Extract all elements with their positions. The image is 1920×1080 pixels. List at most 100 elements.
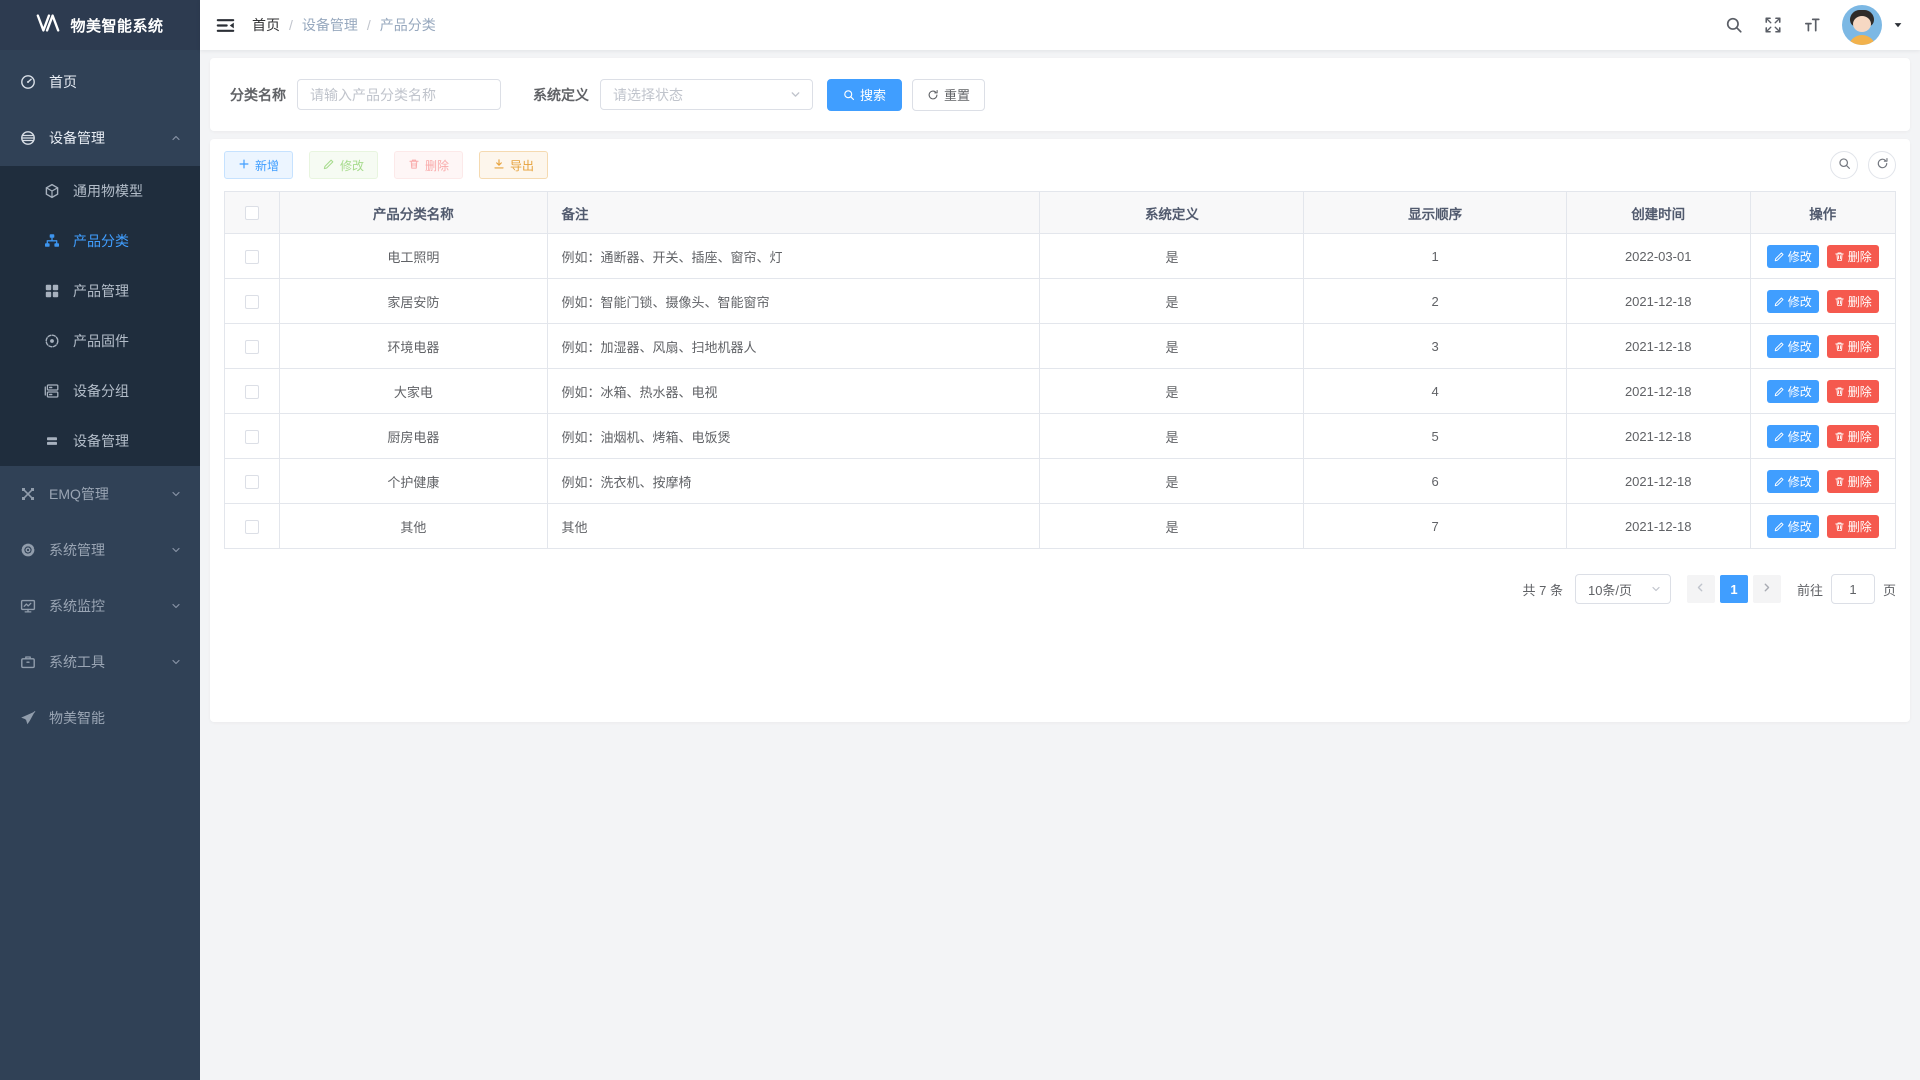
- user-menu[interactable]: [1842, 5, 1904, 45]
- sidebar-item-product-firmware[interactable]: 产品固件: [0, 316, 200, 366]
- row-checkbox[interactable]: [245, 295, 259, 309]
- breadcrumb-home[interactable]: 首页: [252, 15, 280, 35]
- font-size-icon[interactable]: [1803, 16, 1821, 34]
- table-row: 厨房电器 例如：油烟机、烤箱、电饭煲 是 5 2021-12-18 修改: [225, 414, 1896, 459]
- bars-icon: [44, 433, 60, 449]
- sidebar-item-thing-model[interactable]: 通用物模型: [0, 166, 200, 216]
- nodes-icon: [20, 486, 36, 502]
- row-checkbox[interactable]: [245, 385, 259, 399]
- sidebar-item-label: 设备分组: [73, 381, 182, 401]
- jump-suffix: 页: [1883, 580, 1896, 599]
- category-name-input[interactable]: [297, 79, 501, 110]
- search-icon: [1838, 157, 1851, 173]
- sidebar-item-wumei-smart[interactable]: 物美智能: [0, 690, 200, 746]
- header-search-icon[interactable]: [1725, 16, 1743, 34]
- sidebar-item-system-tools[interactable]: 系统工具: [0, 634, 200, 690]
- select-placeholder: 请选择状态: [613, 85, 683, 105]
- chevron-down-icon: [170, 656, 182, 668]
- paper-plane-icon: [20, 710, 36, 726]
- app-logo[interactable]: 物美智能系统: [0, 0, 200, 50]
- cell-remark: 例如：加湿器、风扇、扫地机器人: [547, 324, 1040, 369]
- row-checkbox[interactable]: [245, 520, 259, 534]
- sidebar-item-home[interactable]: 首页: [0, 54, 200, 110]
- next-page-button[interactable]: [1753, 575, 1781, 603]
- sitemap-icon: [44, 233, 60, 249]
- row-delete-button[interactable]: 删除: [1827, 245, 1879, 268]
- row-delete-button[interactable]: 删除: [1827, 380, 1879, 403]
- avatar[interactable]: [1842, 5, 1882, 45]
- row-edit-button[interactable]: 修改: [1767, 290, 1819, 313]
- sidebar-item-product-category[interactable]: 产品分类: [0, 216, 200, 266]
- sidebar-item-system-management[interactable]: 系统管理: [0, 522, 200, 578]
- cell-system-defined: 是: [1040, 414, 1304, 459]
- row-delete-button[interactable]: 删除: [1827, 470, 1879, 493]
- sidebar-item-label: 设备管理: [73, 431, 182, 451]
- edit-icon: [1774, 296, 1785, 307]
- sidebar-item-product-management[interactable]: 产品管理: [0, 266, 200, 316]
- cell-remark: 例如：洗衣机、按摩椅: [547, 459, 1040, 504]
- add-button[interactable]: 新增: [224, 151, 293, 179]
- search-button[interactable]: 搜索: [827, 79, 902, 111]
- cell-created-time: 2021-12-18: [1566, 459, 1750, 504]
- refresh-table-button[interactable]: [1868, 151, 1896, 179]
- row-checkbox[interactable]: [245, 475, 259, 489]
- row-edit-button[interactable]: 修改: [1767, 245, 1819, 268]
- row-delete-button[interactable]: 删除: [1827, 515, 1879, 538]
- chevron-down-icon: [789, 88, 802, 101]
- col-operations: 操作: [1750, 192, 1895, 234]
- product-category-table: 产品分类名称 备注 系统定义 显示顺序 创建时间 操作: [224, 191, 1896, 549]
- sidebar-item-label: 产品管理: [73, 281, 182, 301]
- page-content: 分类名称 系统定义 请选择状态 搜索 重置: [200, 50, 1920, 722]
- cell-remark: 例如：油烟机、烤箱、电饭煲: [547, 414, 1040, 459]
- row-delete-button[interactable]: 删除: [1827, 335, 1879, 358]
- row-edit-button[interactable]: 修改: [1767, 425, 1819, 448]
- prev-page-button[interactable]: [1687, 575, 1715, 603]
- sidebar-item-emq-management[interactable]: EMQ管理: [0, 466, 200, 522]
- row-checkbox[interactable]: [245, 340, 259, 354]
- sidebar-item-label: EMQ管理: [49, 484, 170, 504]
- row-edit-button[interactable]: 修改: [1767, 380, 1819, 403]
- edit-button[interactable]: 修改: [309, 151, 378, 179]
- cell-remark: 例如：冰箱、热水器、电视: [547, 369, 1040, 414]
- page-jump-input[interactable]: [1831, 574, 1875, 604]
- caret-down-icon[interactable]: [1892, 19, 1904, 31]
- sidebar-collapse-icon[interactable]: [216, 16, 235, 35]
- cell-display-order: 2: [1304, 279, 1566, 324]
- row-delete-button[interactable]: 删除: [1827, 425, 1879, 448]
- reset-button[interactable]: 重置: [912, 79, 985, 111]
- sidebar-item-system-monitor[interactable]: 系统监控: [0, 578, 200, 634]
- sidebar-item-device-group[interactable]: 设备分组: [0, 366, 200, 416]
- sidebar-item-device-management[interactable]: 设备管理: [0, 110, 200, 166]
- delete-button[interactable]: 删除: [394, 151, 463, 179]
- sidebar-item-label: 物美智能: [49, 708, 182, 728]
- sidebar-item-label: 通用物模型: [73, 181, 182, 201]
- edit-icon: [1774, 431, 1785, 442]
- select-all-checkbox[interactable]: [245, 206, 259, 220]
- monitor-icon: [20, 598, 36, 614]
- cell-created-time: 2021-12-18: [1566, 504, 1750, 549]
- row-checkbox[interactable]: [245, 250, 259, 264]
- system-defined-select[interactable]: 请选择状态: [600, 79, 813, 110]
- sidebar: 物美智能系统 首页 设备管理 通用物模型: [0, 0, 200, 1080]
- sidebar-item-device-manage[interactable]: 设备管理: [0, 416, 200, 466]
- row-checkbox[interactable]: [245, 430, 259, 444]
- fullscreen-icon[interactable]: [1764, 16, 1782, 34]
- cell-created-time: 2021-12-18: [1566, 324, 1750, 369]
- export-button[interactable]: 导出: [479, 151, 548, 179]
- page-size-select[interactable]: 10条/页: [1575, 574, 1671, 604]
- row-delete-button[interactable]: 删除: [1827, 290, 1879, 313]
- table-panel: 新增 修改 删除 导出: [210, 139, 1910, 722]
- breadcrumb-device-management: 设备管理: [302, 15, 358, 35]
- row-edit-button[interactable]: 修改: [1767, 335, 1819, 358]
- table-header-row: 产品分类名称 备注 系统定义 显示顺序 创建时间 操作: [225, 192, 1896, 234]
- row-edit-button[interactable]: 修改: [1767, 470, 1819, 493]
- toggle-search-button[interactable]: [1830, 151, 1858, 179]
- row-edit-button[interactable]: 修改: [1767, 515, 1819, 538]
- page-number-button[interactable]: 1: [1720, 575, 1748, 603]
- cell-system-defined: 是: [1040, 459, 1304, 504]
- cell-remark: 其他: [547, 504, 1040, 549]
- device-icon: [20, 130, 36, 146]
- cell-display-order: 6: [1304, 459, 1566, 504]
- app-root: 物美智能系统 首页 设备管理 通用物模型: [0, 0, 1920, 1080]
- trash-icon: [1834, 341, 1845, 352]
